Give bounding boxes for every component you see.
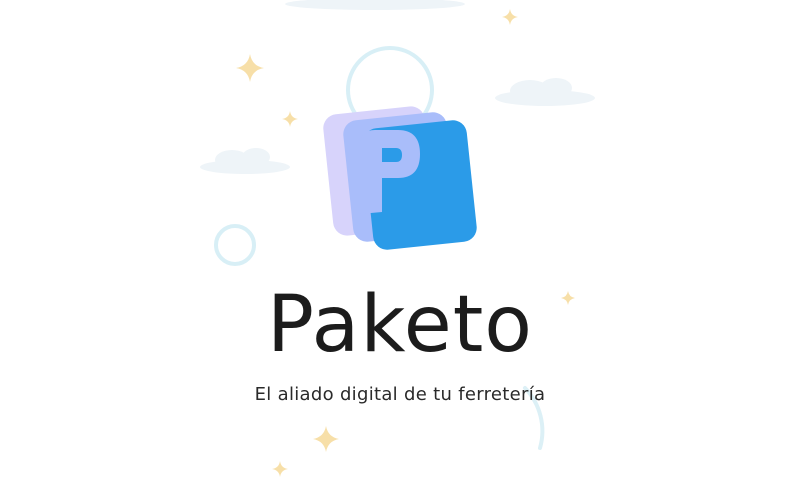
cloud-icon [200, 148, 290, 174]
cloud-icon [285, 0, 465, 10]
stacked-pages-p-logo-icon [323, 106, 477, 250]
sparkle-icon [313, 426, 339, 452]
brand-name: Paketo [266, 280, 533, 370]
ring-icon [214, 224, 256, 266]
tagline: El aliado digital de tu ferretería [254, 384, 546, 405]
sparkle-icon [502, 9, 518, 25]
sparkle-icon [236, 54, 264, 82]
cloud-icon [495, 78, 595, 106]
splash-screen: Paketo El aliado digital de tu ferreterí… [0, 0, 800, 480]
sparkle-icon [282, 111, 298, 127]
sparkle-icon [272, 461, 288, 477]
